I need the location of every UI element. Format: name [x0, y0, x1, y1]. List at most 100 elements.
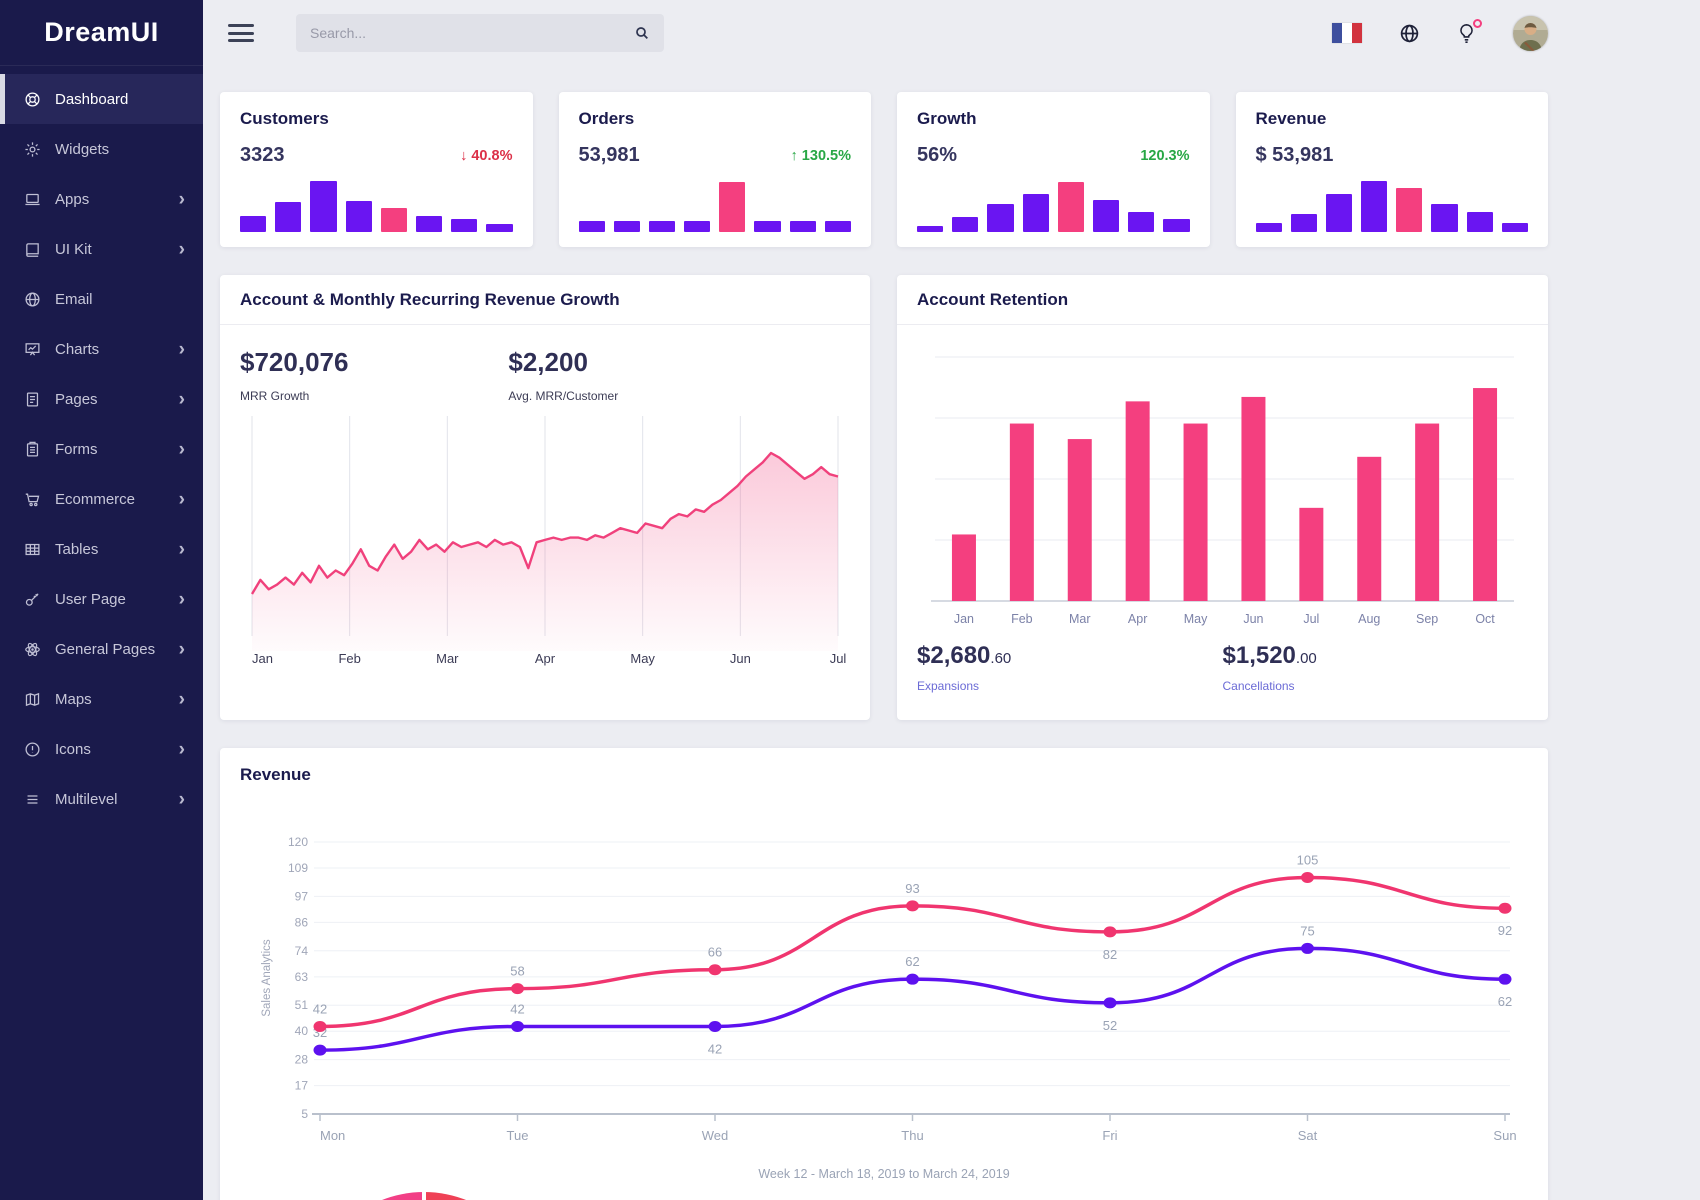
chevron-right-icon: ›	[179, 190, 185, 209]
stat-card-value: $ 53,981	[1256, 144, 1334, 167]
mini-bar	[614, 221, 640, 232]
svg-text:Aug: Aug	[1358, 612, 1380, 626]
svg-text:40: 40	[295, 1024, 309, 1038]
globe-icon[interactable]	[1399, 23, 1420, 44]
charts-icon	[24, 341, 41, 358]
sidebar-item-label: Tables	[55, 541, 98, 558]
icons-icon	[24, 741, 41, 758]
mini-bar	[346, 201, 372, 232]
expansions-label[interactable]: Expansions	[917, 679, 1223, 693]
sidebar-item-label: Ecommerce	[55, 491, 135, 508]
sidebar-item-forms[interactable]: Forms›	[0, 424, 203, 474]
svg-text:93: 93	[905, 881, 919, 896]
svg-text:105: 105	[1297, 852, 1319, 867]
mini-bar	[416, 216, 442, 232]
sidebar-item-email[interactable]: Email	[0, 274, 203, 324]
mini-bar-chart	[240, 178, 513, 232]
mrr-growth-value: $720,076	[240, 347, 508, 378]
mini-bar	[1128, 212, 1154, 232]
stat-card-row: $ 53,981	[1256, 144, 1529, 167]
mini-bar	[1256, 223, 1282, 232]
retention-bar-chart: JanFebMarAprMayJunJulAugSepOct	[897, 325, 1548, 638]
sidebar-item-user-page[interactable]: User Page›	[0, 574, 203, 624]
avatar[interactable]	[1513, 16, 1548, 51]
sidebar-item-multilevel[interactable]: Multilevel›	[0, 774, 203, 824]
sidebar-item-maps[interactable]: Maps›	[0, 674, 203, 724]
mini-bar	[275, 202, 301, 232]
app-logo: DreamUI	[0, 0, 203, 66]
svg-text:Jul: Jul	[1303, 612, 1319, 626]
language-flag-icon[interactable]	[1332, 23, 1362, 43]
app-root: DreamUI DashboardWidgetsApps›UI Kit›Emai…	[0, 0, 1700, 1200]
svg-text:74: 74	[295, 944, 309, 958]
search-input[interactable]	[310, 25, 634, 41]
pie-slice-divider	[422, 1192, 426, 1200]
svg-text:66: 66	[708, 945, 722, 960]
svg-text:28: 28	[295, 1053, 309, 1067]
mini-bar	[1326, 194, 1352, 232]
notifications-bulb-icon[interactable]	[1457, 23, 1476, 44]
mini-bar	[310, 181, 336, 232]
stat-card-row: 53,981↑ 130.5%	[579, 144, 852, 167]
search-icon[interactable]	[634, 25, 650, 41]
multilevel-icon	[24, 791, 41, 808]
svg-text:42: 42	[313, 1001, 327, 1016]
sidebar-item-tables[interactable]: Tables›	[0, 524, 203, 574]
mini-bar-chart	[917, 178, 1190, 232]
svg-text:Sat: Sat	[1298, 1128, 1318, 1143]
mini-bar	[1291, 214, 1317, 232]
maps-icon	[24, 691, 41, 708]
sidebar-item-ui-kit[interactable]: UI Kit›	[0, 224, 203, 274]
sidebar-item-charts[interactable]: Charts›	[0, 324, 203, 374]
sidebar-item-pages[interactable]: Pages›	[0, 374, 203, 424]
svg-text:120: 120	[288, 835, 308, 849]
mini-bar	[240, 216, 266, 232]
svg-text:Jun: Jun	[730, 651, 751, 666]
svg-text:Oct: Oct	[1475, 612, 1495, 626]
mini-bar	[486, 224, 512, 232]
sidebar-item-ecommerce[interactable]: Ecommerce›	[0, 474, 203, 524]
stat-card-row: 3323↓ 40.8%	[240, 144, 513, 167]
sidebar-item-label: Multilevel	[55, 791, 118, 808]
tables-icon	[24, 541, 41, 558]
sidebar-item-icons[interactable]: Icons›	[0, 724, 203, 774]
sidebar-item-label: Apps	[55, 191, 89, 208]
forms-icon	[24, 441, 41, 458]
stat-card-title: Customers	[240, 109, 513, 129]
mini-bar	[1093, 200, 1119, 232]
mini-bar	[684, 221, 710, 232]
svg-text:51: 51	[295, 998, 309, 1012]
sidebar-item-dashboard[interactable]: Dashboard	[0, 74, 203, 124]
mrr-card-title: Account & Monthly Recurring Revenue Grow…	[220, 275, 870, 325]
svg-text:Thu: Thu	[901, 1128, 923, 1143]
svg-text:Jun: Jun	[1243, 612, 1263, 626]
sidebar-item-widgets[interactable]: Widgets	[0, 124, 203, 174]
apps-icon	[24, 191, 41, 208]
sidebar-item-label: General Pages	[55, 641, 155, 658]
sidebar-item-label: Dashboard	[55, 91, 128, 108]
chevron-right-icon: ›	[179, 240, 185, 259]
search-box	[296, 14, 664, 52]
stat-card-title: Orders	[579, 109, 852, 129]
sidebar-item-general-pages[interactable]: General Pages›	[0, 624, 203, 674]
menu-toggle-icon[interactable]	[228, 24, 254, 42]
cancellations-label[interactable]: Cancellations	[1223, 679, 1529, 693]
ecommerce-icon	[24, 491, 41, 508]
uikit-icon	[24, 241, 41, 258]
sidebar-item-label: Maps	[55, 691, 92, 708]
svg-text:Jan: Jan	[954, 612, 974, 626]
user-icon	[24, 591, 41, 608]
sidebar-item-apps[interactable]: Apps ›	[0, 174, 203, 224]
svg-text:42: 42	[708, 1041, 722, 1056]
retention-stats: $2,680.60 Expansions $1,520.00 Cancellat…	[897, 638, 1548, 693]
mini-bar	[754, 221, 780, 232]
chevron-right-icon: ›	[179, 440, 185, 459]
svg-text:82: 82	[1103, 947, 1117, 962]
notification-badge	[1473, 19, 1482, 28]
mini-bar	[952, 217, 978, 232]
mrr-area-chart: JanFebMarAprMayJunJul	[220, 407, 870, 678]
svg-text:Apr: Apr	[1128, 612, 1147, 626]
expansions-stat: $2,680.60 Expansions	[917, 642, 1223, 693]
mini-bar	[1023, 194, 1049, 232]
svg-text:Mar: Mar	[436, 651, 459, 666]
